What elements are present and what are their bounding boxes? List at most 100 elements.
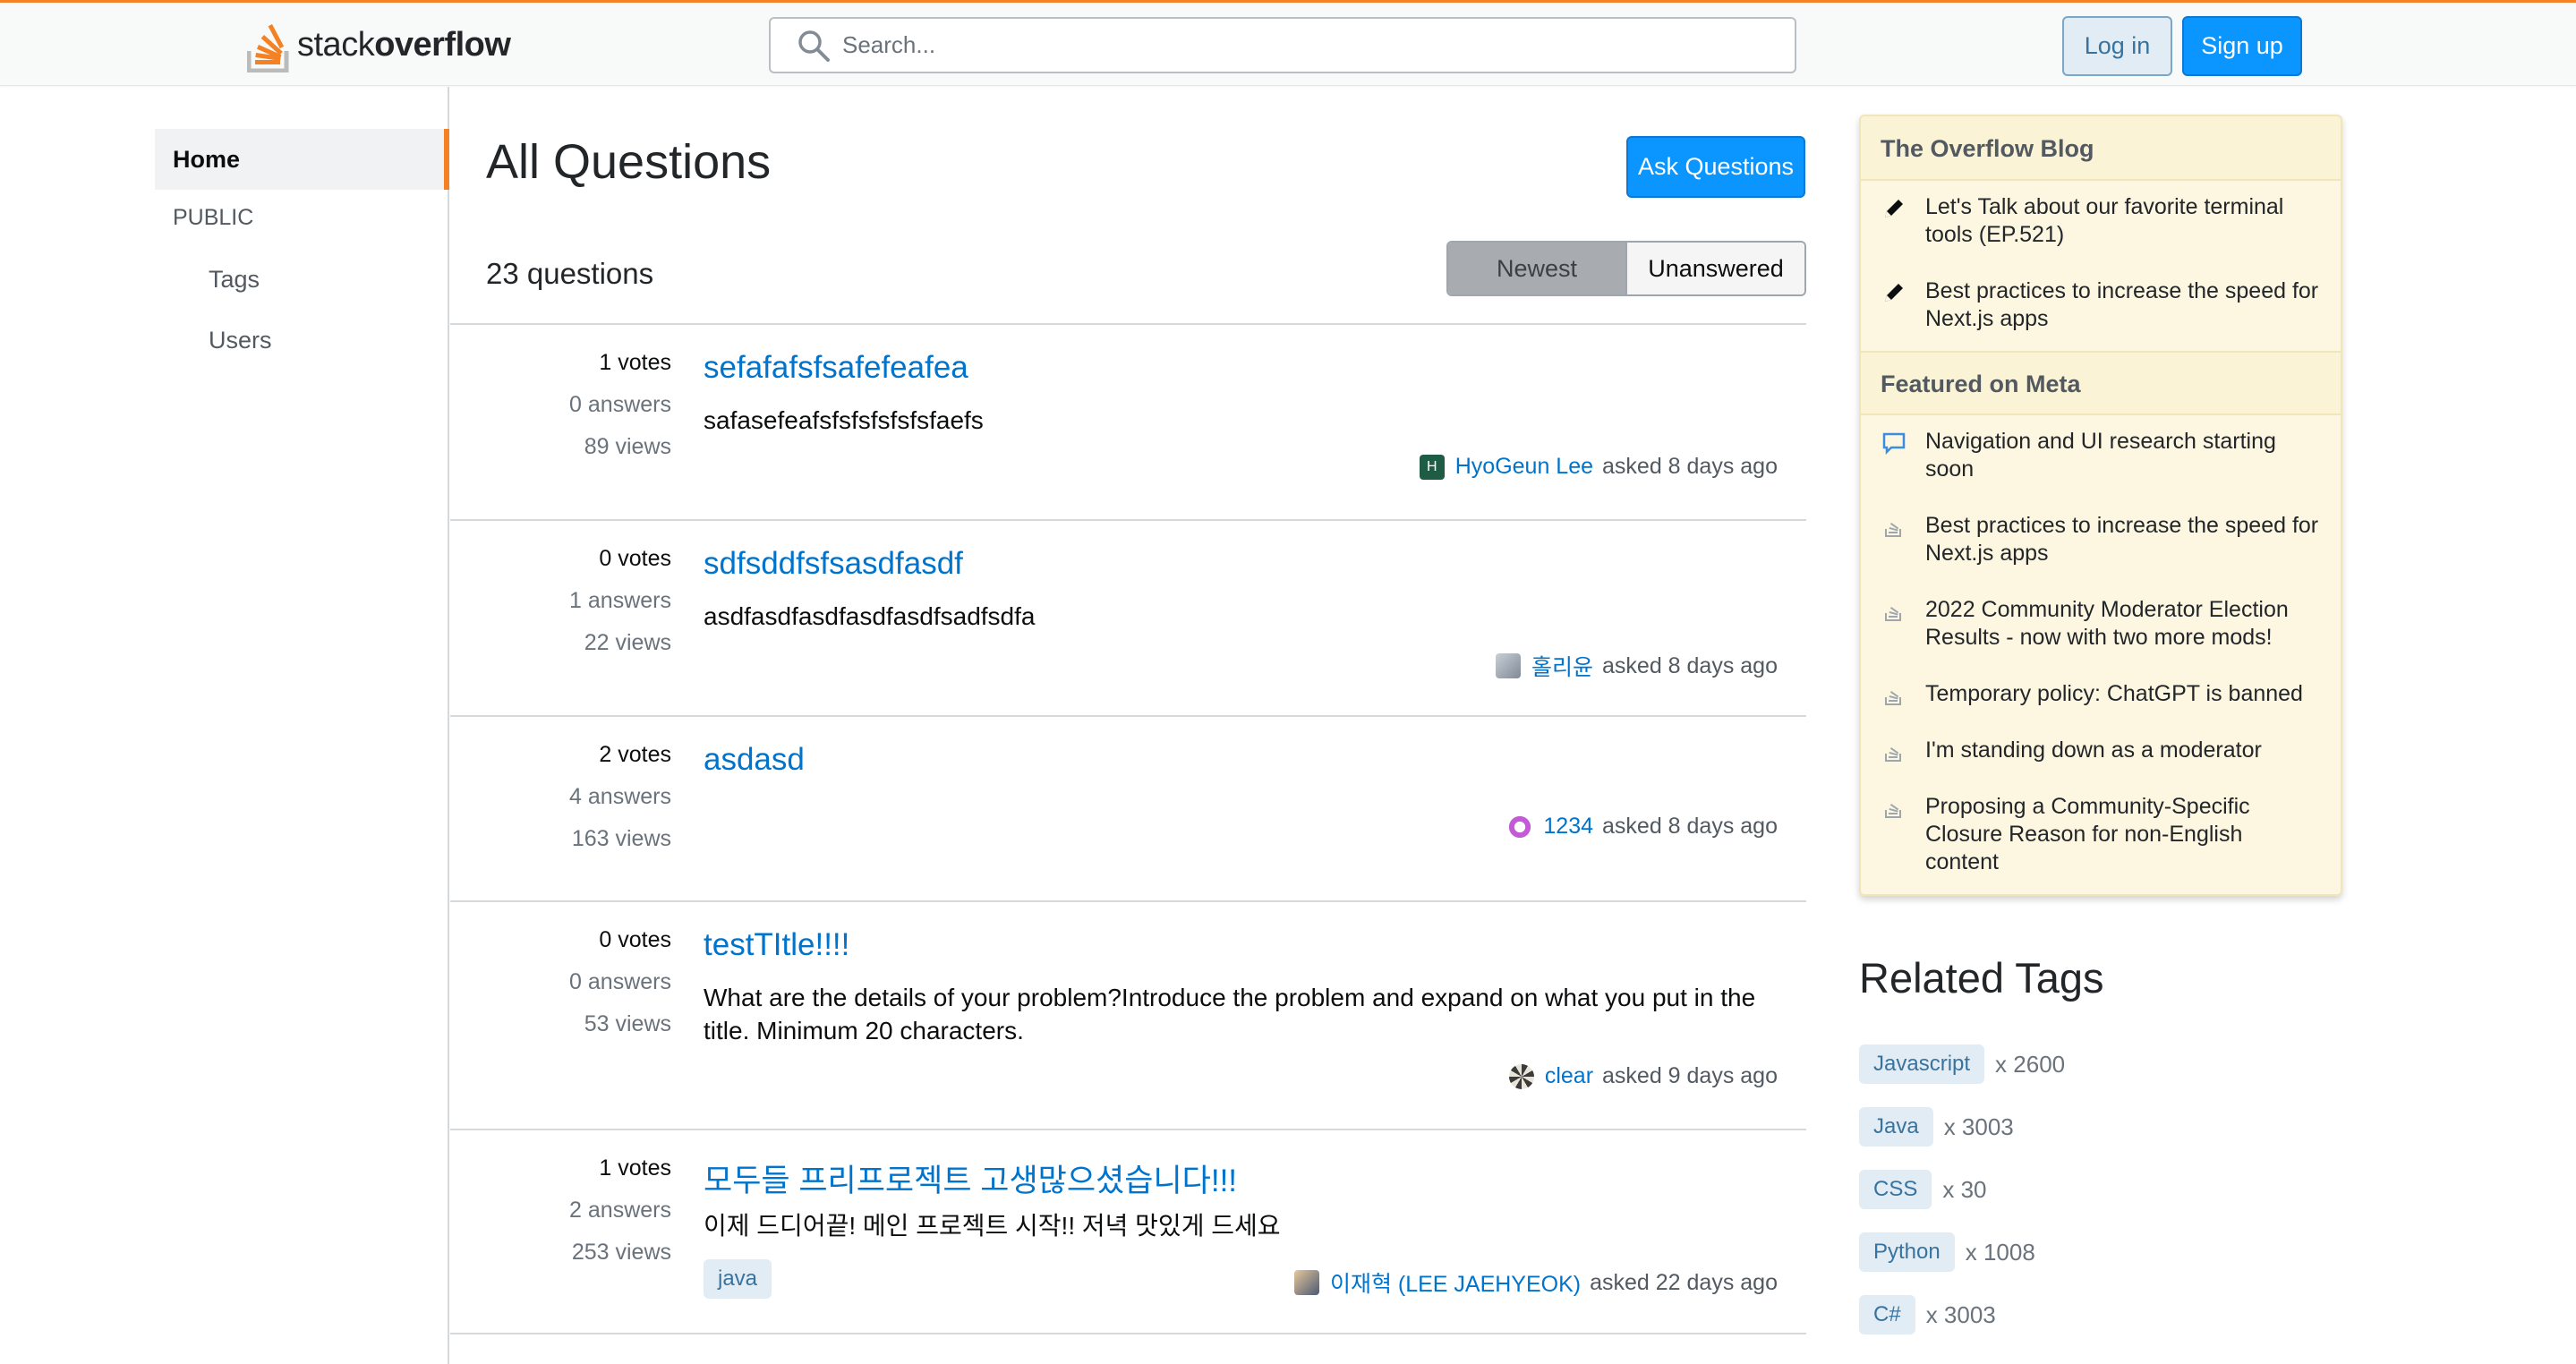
blog-item[interactable]: Best practices to increase the speed for… bbox=[1861, 277, 2341, 333]
filter-unanswered[interactable]: Unanswered bbox=[1627, 243, 1804, 294]
question-meta: H HyoGeun Lee asked 8 days ago bbox=[1419, 454, 1778, 480]
vote-count: 1 votes bbox=[599, 350, 671, 375]
user-avatar[interactable] bbox=[1293, 1270, 1319, 1295]
question-title[interactable]: sefafafsfsafefeafea bbox=[704, 350, 968, 386]
chat-bubble-icon bbox=[1882, 432, 1906, 456]
related-tag: Python x 1008 bbox=[1859, 1232, 2035, 1272]
view-count: 253 views bbox=[571, 1240, 671, 1265]
page-title: All Questions bbox=[486, 135, 772, 189]
question-meta: 홀리윤 asked 8 days ago bbox=[1496, 650, 1778, 682]
filter-newest[interactable]: Newest bbox=[1448, 243, 1627, 294]
nav-users[interactable]: Users bbox=[209, 327, 272, 354]
tag-count: x 2600 bbox=[1995, 1050, 2066, 1078]
meta-item-text: Temporary policy: ChatGPT is banned bbox=[1925, 681, 2303, 706]
question-excerpt: 이제 드디어끝! 메인 프로젝트 시작!! 저녁 맛있게 드세요 bbox=[704, 1212, 1281, 1240]
featured-meta-title: Featured on Meta bbox=[1861, 351, 2341, 415]
user-avatar[interactable]: H bbox=[1419, 454, 1445, 480]
question-title[interactable]: 모두들 프리프로젝트 고생많으셨습니다!!! bbox=[704, 1155, 1237, 1201]
answer-count: 4 answers bbox=[569, 784, 671, 809]
vote-count: 0 votes bbox=[599, 546, 671, 571]
tag-count: x 1008 bbox=[1965, 1238, 2035, 1266]
meta-item-text: Proposing a Community-Specific Closure R… bbox=[1925, 794, 2250, 874]
question-excerpt: safasefeafsfsfsfsfsfsfaefs bbox=[704, 406, 984, 434]
tag-chip[interactable]: C# bbox=[1859, 1295, 1915, 1334]
tag-chip[interactable]: CSS bbox=[1859, 1170, 1932, 1209]
nav-tags[interactable]: Tags bbox=[209, 266, 260, 294]
stack-exchange-icon bbox=[1885, 690, 1901, 705]
tag-count: x 3003 bbox=[1925, 1300, 1996, 1328]
stackoverflow-logo[interactable]: stackoverflow bbox=[247, 17, 511, 72]
meta-item-text: I'm standing down as a moderator bbox=[1925, 737, 2262, 763]
ask-question-button[interactable]: Ask Questions bbox=[1626, 136, 1805, 198]
pencil-icon bbox=[1885, 200, 1903, 217]
user-avatar[interactable] bbox=[1507, 814, 1533, 840]
nav-home[interactable]: Home bbox=[155, 129, 449, 190]
asked-time: asked 22 days ago bbox=[1590, 1269, 1778, 1295]
question-stats: 0 votes 0 answers 53 views bbox=[569, 927, 671, 1053]
blog-item[interactable]: Let's Talk about our favorite terminal t… bbox=[1861, 193, 2341, 249]
question-tags: java bbox=[704, 1259, 772, 1299]
tag-count: x 30 bbox=[1942, 1175, 1987, 1203]
pencil-icon bbox=[1885, 284, 1903, 302]
question-row: 1 votes 2 answers 253 views 모두들 프리프로젝트 고… bbox=[450, 1129, 1806, 1334]
question-stats: 1 votes 0 answers 89 views bbox=[569, 350, 671, 476]
answer-count: 1 answers bbox=[569, 588, 671, 613]
view-count: 163 views bbox=[571, 826, 671, 851]
tag-chip[interactable]: Java bbox=[1859, 1107, 1933, 1147]
question-row: 0 votes 0 answers 53 views testTItle!!!!… bbox=[450, 900, 1806, 1129]
question-excerpt: What are the details of your problem?Int… bbox=[704, 984, 1756, 1044]
meta-item[interactable]: Proposing a Community-Specific Closure R… bbox=[1861, 793, 2341, 876]
user-avatar[interactable] bbox=[1496, 653, 1521, 678]
blog-item-text: Best practices to increase the speed for… bbox=[1925, 278, 2319, 331]
answer-count: 2 answers bbox=[569, 1198, 671, 1223]
nav-public-heading: PUBLIC bbox=[173, 205, 254, 230]
vote-count: 2 votes bbox=[599, 742, 671, 767]
stack-exchange-icon bbox=[1885, 606, 1901, 621]
view-count: 22 views bbox=[584, 630, 671, 655]
related-tag: Java x 3003 bbox=[1859, 1107, 2014, 1147]
question-title[interactable]: asdasd bbox=[704, 742, 805, 778]
tag-chip[interactable]: Javascript bbox=[1859, 1044, 1985, 1084]
blog-item-text: Let's Talk about our favorite terminal t… bbox=[1925, 194, 2284, 247]
tag-chip[interactable]: Python bbox=[1859, 1232, 1955, 1272]
user-name[interactable]: 홀리윤 bbox=[1531, 650, 1593, 682]
meta-item[interactable]: I'm standing down as a moderator bbox=[1861, 737, 2341, 765]
blog-title: The Overflow Blog bbox=[1861, 116, 2341, 181]
search-bar[interactable] bbox=[769, 17, 1796, 73]
asked-time: asked 8 days ago bbox=[1602, 652, 1778, 678]
asked-time: asked 8 days ago bbox=[1602, 814, 1778, 839]
meta-item[interactable]: Temporary policy: ChatGPT is banned bbox=[1861, 680, 2341, 709]
question-meta: 1234 asked 8 days ago bbox=[1507, 814, 1778, 840]
related-tags-title: Related Tags bbox=[1859, 954, 2104, 1002]
search-input[interactable] bbox=[842, 31, 1737, 59]
question-list: 1 votes 0 answers 89 views sefafafsfsafe… bbox=[450, 323, 1806, 1334]
question-stats: 0 votes 1 answers 22 views bbox=[569, 546, 671, 672]
stack-exchange-icon bbox=[1885, 803, 1901, 818]
user-avatar[interactable] bbox=[1508, 1063, 1534, 1089]
meta-item-text: 2022 Community Moderator Election Result… bbox=[1925, 597, 2289, 650]
vote-count: 1 votes bbox=[599, 1155, 671, 1181]
question-title[interactable]: sdfsddfsfsasdfasdf bbox=[704, 546, 963, 582]
meta-item[interactable]: Best practices to increase the speed for… bbox=[1861, 512, 2341, 567]
search-icon bbox=[798, 30, 830, 62]
vote-count: 0 votes bbox=[599, 927, 671, 952]
meta-item[interactable]: 2022 Community Moderator Election Result… bbox=[1861, 596, 2341, 652]
user-name[interactable]: 이재혁 (LEE JAEHYEOK) bbox=[1330, 1266, 1581, 1299]
view-count: 89 views bbox=[584, 434, 671, 459]
answer-count: 0 answers bbox=[569, 969, 671, 994]
user-name[interactable]: 1234 bbox=[1543, 814, 1593, 840]
user-name[interactable]: HyoGeun Lee bbox=[1455, 454, 1593, 480]
tag-count: x 3003 bbox=[1943, 1113, 2014, 1140]
login-button[interactable]: Log in bbox=[2062, 16, 2172, 76]
question-count: 23 questions bbox=[486, 257, 654, 290]
signup-button[interactable]: Sign up bbox=[2182, 16, 2302, 76]
tag-chip[interactable]: java bbox=[704, 1259, 772, 1299]
related-tag: Javascript x 2600 bbox=[1859, 1044, 2065, 1084]
logo-text: stackoverflow bbox=[297, 25, 511, 64]
asked-time: asked 9 days ago bbox=[1602, 1063, 1778, 1088]
meta-item[interactable]: Navigation and UI research starting soon bbox=[1861, 428, 2341, 483]
sort-filter: Newest Unanswered bbox=[1446, 241, 1806, 296]
question-title[interactable]: testTItle!!!! bbox=[704, 927, 849, 963]
question-row: 0 votes 1 answers 22 views sdfsddfsfsasd… bbox=[450, 519, 1806, 715]
user-name[interactable]: clear bbox=[1545, 1063, 1593, 1089]
